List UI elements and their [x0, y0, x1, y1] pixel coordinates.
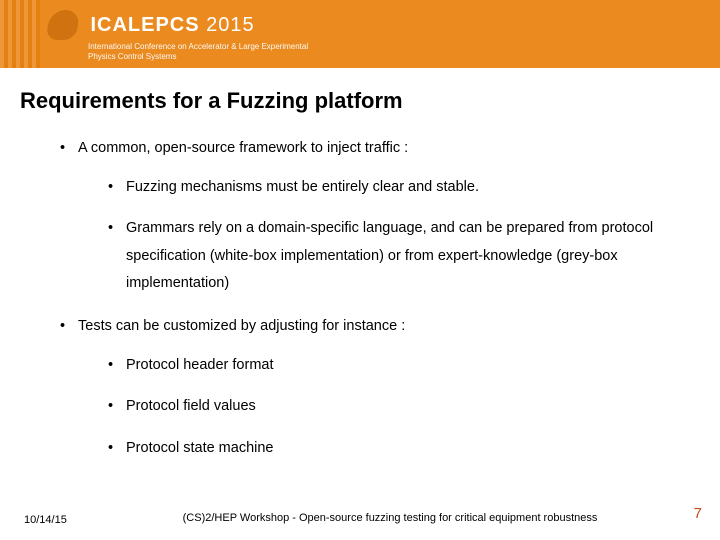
conference-name: ICALEPCS 2015 — [90, 14, 254, 37]
conf-name-text: ICALEPCS — [90, 14, 199, 36]
footer-date: 10/14/15 — [24, 514, 67, 526]
list-item: Grammars rely on a domain-specific langu… — [108, 215, 690, 298]
list-item: Protocol header format — [108, 352, 690, 380]
list-item: Fuzzing mechanisms must be entirely clea… — [108, 174, 690, 202]
kangaroo-icon — [45, 10, 80, 40]
banner-content: ICALEPCS 2015 International Conference o… — [48, 10, 328, 61]
bullet-text: A common, open-source framework to injec… — [78, 140, 408, 156]
slide-footer: 10/14/15 (CS)2/HEP Workshop - Open-sourc… — [0, 496, 720, 526]
footer-workshop-title: (CS)2/HEP Workshop - Open-source fuzzing… — [140, 512, 640, 526]
bullet-text: Tests can be customized by adjusting for… — [78, 318, 405, 334]
conference-banner: ICALEPCS 2015 International Conference o… — [0, 0, 720, 68]
bullet-list: A common, open-source framework to injec… — [60, 138, 690, 462]
list-item: Protocol field values — [108, 393, 690, 421]
list-item: A common, open-source framework to injec… — [60, 138, 690, 298]
conference-subtitle: International Conference on Accelerator … — [88, 42, 328, 61]
nested-list: Protocol header format Protocol field va… — [108, 352, 690, 463]
list-item: Tests can be customized by adjusting for… — [60, 316, 690, 462]
slide-title: Requirements for a Fuzzing platform — [20, 88, 720, 114]
nested-list: Fuzzing mechanisms must be entirely clea… — [108, 174, 690, 298]
list-item: Protocol state machine — [108, 435, 690, 463]
conf-year: 2015 — [206, 14, 255, 36]
page-number: 7 — [694, 505, 702, 522]
